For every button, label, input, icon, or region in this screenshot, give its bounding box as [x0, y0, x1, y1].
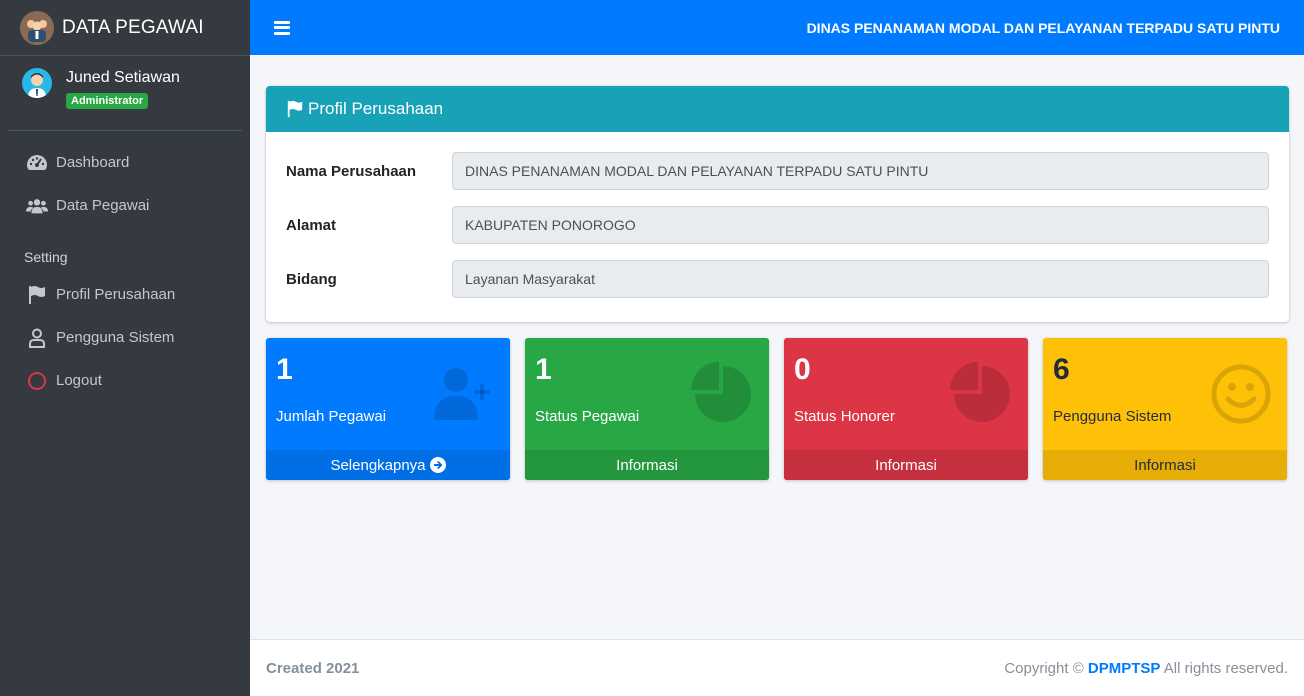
users-icon [26, 195, 48, 217]
sidebar-item-label: Data Pegawai [56, 197, 150, 214]
sidebar-item-dashboard[interactable]: Dashboard [0, 141, 250, 184]
tachometer-icon [26, 152, 48, 174]
menu-toggle-icon[interactable] [274, 20, 290, 35]
brand-link[interactable]: DATA PEGAWAI [0, 0, 250, 56]
alamat-field[interactable] [452, 206, 1269, 244]
footer-created: Created 2021 [266, 659, 360, 677]
footer-brand-link[interactable]: DPMPTSP [1088, 660, 1161, 677]
stat-box-jumlah-pegawai: 1 Jumlah Pegawai Selengkapnya [266, 338, 510, 480]
stat-footer-label: Informasi [1134, 456, 1196, 474]
brand-text: DATA PEGAWAI [62, 16, 204, 38]
sidebar: DATA PEGAWAI Juned Setiawan Administrato… [0, 0, 250, 696]
user-avatar [22, 68, 52, 98]
form-row-nama: Nama Perusahaan [286, 152, 1269, 190]
user-icon [26, 327, 48, 349]
user-plus-icon [434, 368, 490, 420]
sidebar-item-label: Dashboard [56, 154, 130, 171]
stat-box-info-link[interactable]: Informasi [1043, 450, 1287, 480]
field-label-bidang: Bidang [286, 270, 337, 288]
stat-box-status-honorer: 0 Status Honorer Informasi [784, 338, 1028, 480]
user-name[interactable]: Juned Setiawan [66, 69, 180, 87]
smile-icon [1211, 364, 1271, 424]
stat-box-pengguna-sistem: 6 Pengguna Sistem Informasi [1043, 338, 1287, 480]
flag-icon [286, 100, 304, 118]
sidebar-item-label: Logout [56, 372, 102, 389]
stat-footer-label: Selengkapnya [330, 456, 426, 474]
sidebar-item-logout[interactable]: Logout [0, 359, 250, 402]
form-row-bidang: Bidang [286, 260, 1269, 298]
sidebar-item-data-pegawai[interactable]: Data Pegawai [0, 184, 250, 227]
footer-copyright: Copyright © DPMPTSP All rights reserved. [1004, 660, 1288, 677]
stat-box-info-link[interactable]: Informasi [784, 450, 1028, 480]
page-footer: Created 2021 Copyright © DPMPTSP All rig… [250, 639, 1304, 696]
profile-card-body: Nama Perusahaan Alamat Bidang [266, 132, 1289, 322]
form-row-alamat: Alamat [286, 206, 1269, 244]
stat-box-more-link[interactable]: Selengkapnya [266, 450, 510, 480]
stat-footer-label: Informasi [875, 456, 937, 474]
user-panel: Juned Setiawan Administrator [8, 56, 242, 131]
sidebar-nav: Dashboard Data Pegawai Setting Profil Pe… [0, 131, 250, 402]
stat-footer-label: Informasi [616, 456, 678, 474]
profile-card-header: Profil Perusahaan [266, 86, 1289, 132]
pie-chart-icon [950, 362, 1010, 422]
sidebar-item-label: Profil Perusahaan [56, 286, 176, 303]
role-badge: Administrator [66, 93, 149, 109]
top-navbar: DINAS PENANAMAN MODAL DAN PELAYANAN TERP… [250, 0, 1304, 55]
field-label-nama: Nama Perusahaan [286, 162, 417, 180]
sidebar-item-pengguna-sistem[interactable]: Pengguna Sistem [0, 316, 250, 359]
stat-box-info-link[interactable]: Informasi [525, 450, 769, 480]
brand-logo-icon [20, 10, 54, 45]
circle-icon [26, 370, 48, 392]
profile-card-title: Profil Perusahaan [308, 99, 444, 118]
main-content: Profil Perusahaan Nama Perusahaan Alamat… [266, 86, 1289, 480]
sidebar-item-label: Pengguna Sistem [56, 329, 175, 346]
nama-perusahaan-field[interactable] [452, 152, 1269, 190]
flag-icon [26, 284, 48, 306]
header-title: DINAS PENANAMAN MODAL DAN PELAYANAN TERP… [806, 19, 1280, 36]
stat-boxes: 1 Jumlah Pegawai Selengkapnya 1 Status P… [266, 338, 1289, 480]
field-label-alamat: Alamat [286, 216, 337, 234]
profile-card: Profil Perusahaan Nama Perusahaan Alamat… [266, 86, 1289, 322]
stat-box-status-pegawai: 1 Status Pegawai Informasi [525, 338, 769, 480]
arrow-circle-right-icon [429, 457, 446, 473]
nav-section-header: Setting [24, 249, 68, 265]
copyright-prefix: Copyright © [1004, 659, 1084, 677]
copyright-suffix: All rights reserved. [1163, 659, 1288, 677]
sidebar-item-profil-perusahaan[interactable]: Profil Perusahaan [0, 273, 250, 316]
pie-chart-icon [691, 362, 751, 422]
bidang-field[interactable] [452, 260, 1269, 298]
